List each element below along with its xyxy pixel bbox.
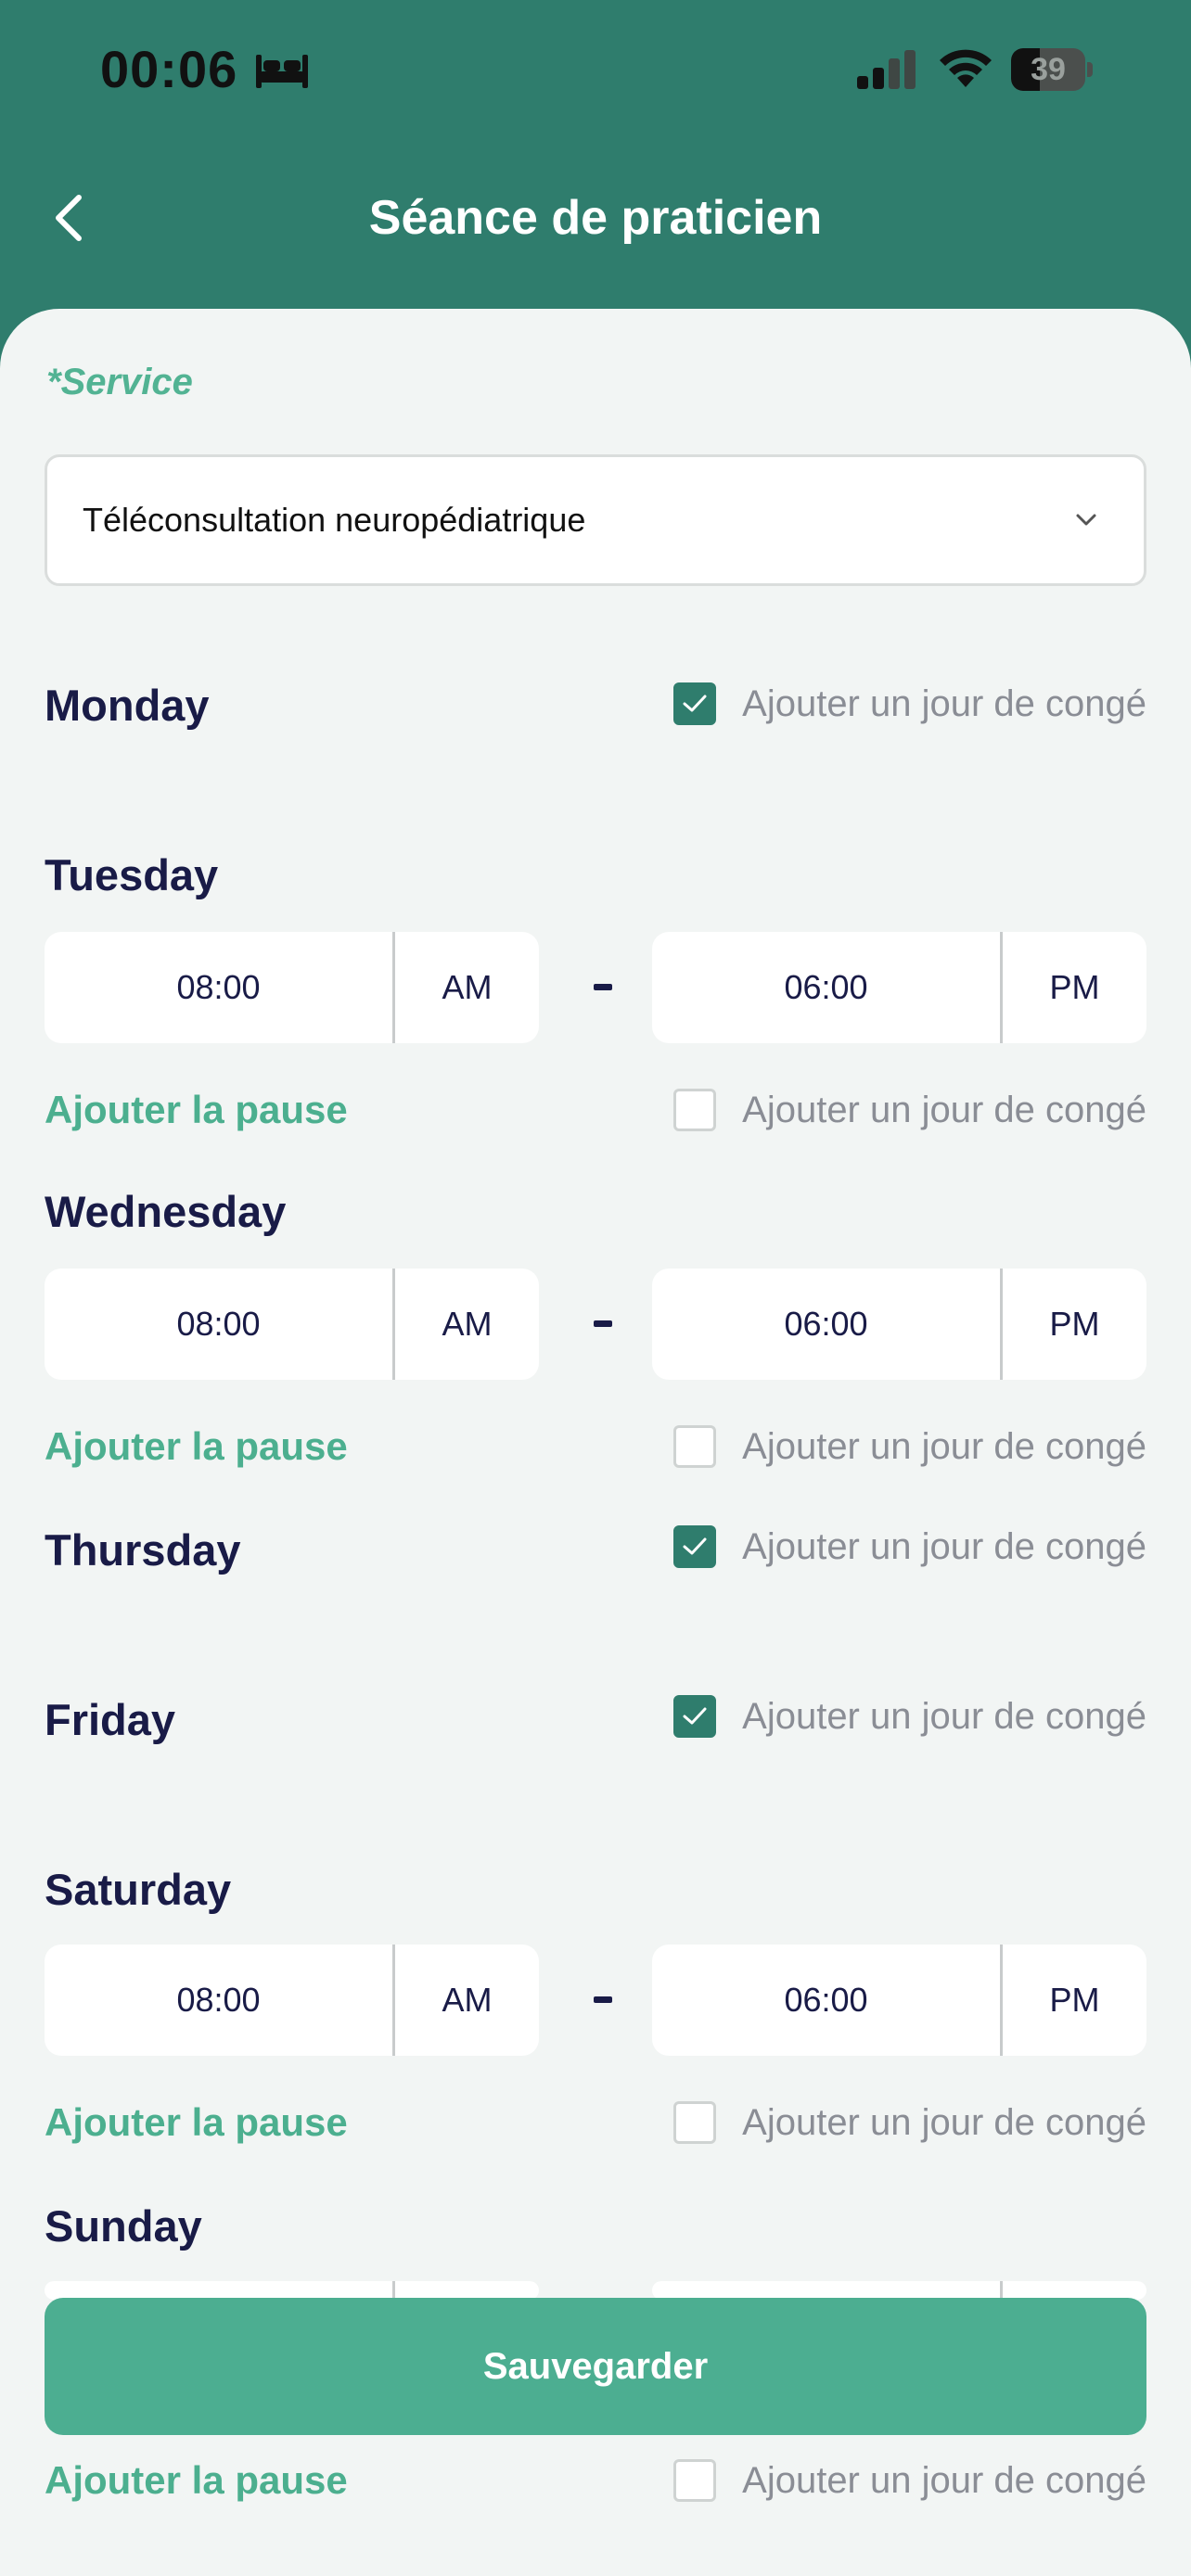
holiday-checkbox[interactable] [673, 1089, 717, 1131]
end-time-box: 06:00 PM [652, 932, 1146, 1043]
start-time-box: 08:00 AM [45, 1269, 539, 1380]
battery-level: 39 [1031, 52, 1066, 87]
holiday-label: Ajouter un jour de congé [742, 1089, 1146, 1130]
start-time-input[interactable]: 08:00 [45, 932, 392, 1043]
holiday-toggle-monday[interactable]: Ajouter un jour de congé [673, 681, 1146, 727]
end-time-input[interactable]: 06:00 [652, 932, 1000, 1043]
add-pause-wednesday[interactable]: Ajouter la pause [45, 1424, 348, 1469]
time-range-saturday: 08:00 AM 06:00 PM [45, 1945, 1146, 2056]
add-pause-sunday[interactable]: Ajouter la pause [45, 2458, 348, 2503]
service-select[interactable]: Téléconsultation neuropédiatrique [45, 454, 1146, 586]
checkmark-icon [683, 695, 707, 712]
holiday-toggle-friday[interactable]: Ajouter un jour de congé [673, 1693, 1146, 1740]
holiday-checkbox[interactable] [673, 2459, 717, 2502]
wifi-icon [940, 49, 992, 87]
service-value: Téléconsultation neuropédiatrique [83, 501, 586, 539]
end-time-input[interactable]: 06:00 [652, 1269, 1000, 1380]
end-time-input[interactable]: 06:00 [652, 1945, 1000, 2056]
day-name-sunday: Sunday [45, 2201, 202, 2251]
bed-icon [256, 55, 308, 88]
holiday-label: Ajouter un jour de congé [742, 2459, 1146, 2501]
holiday-toggle-thursday[interactable]: Ajouter un jour de congé [673, 1524, 1146, 1570]
holiday-label: Ajouter un jour de congé [742, 1525, 1146, 1567]
holiday-toggle-sunday[interactable]: Ajouter un jour de congé [673, 2457, 1146, 2504]
signal-icon [857, 50, 916, 89]
start-ampm-selector[interactable]: AM [395, 1945, 539, 2056]
end-ampm-selector[interactable]: PM [1003, 1269, 1146, 1380]
checkmark-icon [683, 1707, 707, 1725]
range-dash [594, 1320, 612, 1327]
start-time-input[interactable]: 08:00 [45, 1269, 392, 1380]
range-dash [594, 984, 612, 990]
holiday-toggle-wednesday[interactable]: Ajouter un jour de congé [673, 1423, 1146, 1470]
start-time-box [45, 2281, 539, 2300]
time-range-wednesday: 08:00 AM 06:00 PM [45, 1269, 1146, 1380]
service-label: *Service [46, 362, 193, 402]
holiday-label: Ajouter un jour de congé [742, 1425, 1146, 1467]
schedule-sheet: *Service Téléconsultation neuropédiatriq… [0, 309, 1191, 2576]
time-range-sunday [45, 2281, 1146, 2300]
battery-icon: 39 [1011, 48, 1093, 91]
start-time-box: 08:00 AM [45, 1945, 539, 2056]
start-ampm-selector[interactable]: AM [395, 932, 539, 1043]
holiday-label: Ajouter un jour de congé [742, 1695, 1146, 1737]
holiday-label: Ajouter un jour de congé [742, 682, 1146, 724]
end-ampm-selector[interactable]: PM [1003, 1945, 1146, 2056]
day-name-wednesday: Wednesday [45, 1187, 287, 1236]
holiday-checkbox[interactable] [673, 682, 717, 725]
time-range-tuesday: 08:00 AM 06:00 PM [45, 932, 1146, 1043]
back-button[interactable] [37, 185, 102, 250]
holiday-toggle-saturday[interactable]: Ajouter un jour de congé [673, 2099, 1146, 2146]
day-name-monday: Monday [45, 681, 210, 730]
status-bar: 00:06 39 [0, 0, 1191, 139]
day-name-saturday: Saturday [45, 1865, 232, 1914]
divider [1000, 2281, 1003, 2300]
start-ampm-selector[interactable]: AM [395, 1269, 539, 1380]
holiday-label: Ajouter un jour de congé [742, 2101, 1146, 2143]
chevron-down-icon [1076, 514, 1096, 526]
day-name-tuesday: Tuesday [45, 850, 219, 899]
range-dash [594, 1996, 612, 2003]
day-name-thursday: Thursday [45, 1525, 241, 1575]
page-title: Séance de praticien [368, 191, 823, 245]
chevron-left-icon [56, 195, 82, 241]
divider [392, 2281, 395, 2300]
end-time-box: 06:00 PM [652, 1945, 1146, 2056]
holiday-toggle-tuesday[interactable]: Ajouter un jour de congé [673, 1087, 1146, 1133]
checkmark-icon [683, 1537, 707, 1555]
save-button[interactable]: Sauvegarder [45, 2298, 1146, 2435]
holiday-checkbox[interactable] [673, 1525, 717, 1568]
holiday-checkbox[interactable] [673, 1695, 717, 1738]
end-time-box [652, 2281, 1146, 2300]
start-time-input[interactable]: 08:00 [45, 1945, 392, 2056]
add-pause-saturday[interactable]: Ajouter la pause [45, 2100, 348, 2145]
start-time-box: 08:00 AM [45, 932, 539, 1043]
day-name-friday: Friday [45, 1695, 176, 1744]
end-ampm-selector[interactable]: PM [1003, 932, 1146, 1043]
add-pause-tuesday[interactable]: Ajouter la pause [45, 1088, 348, 1132]
holiday-checkbox[interactable] [673, 2101, 717, 2144]
holiday-checkbox[interactable] [673, 1425, 717, 1468]
end-time-box: 06:00 PM [652, 1269, 1146, 1380]
status-time: 00:06 [100, 40, 238, 98]
